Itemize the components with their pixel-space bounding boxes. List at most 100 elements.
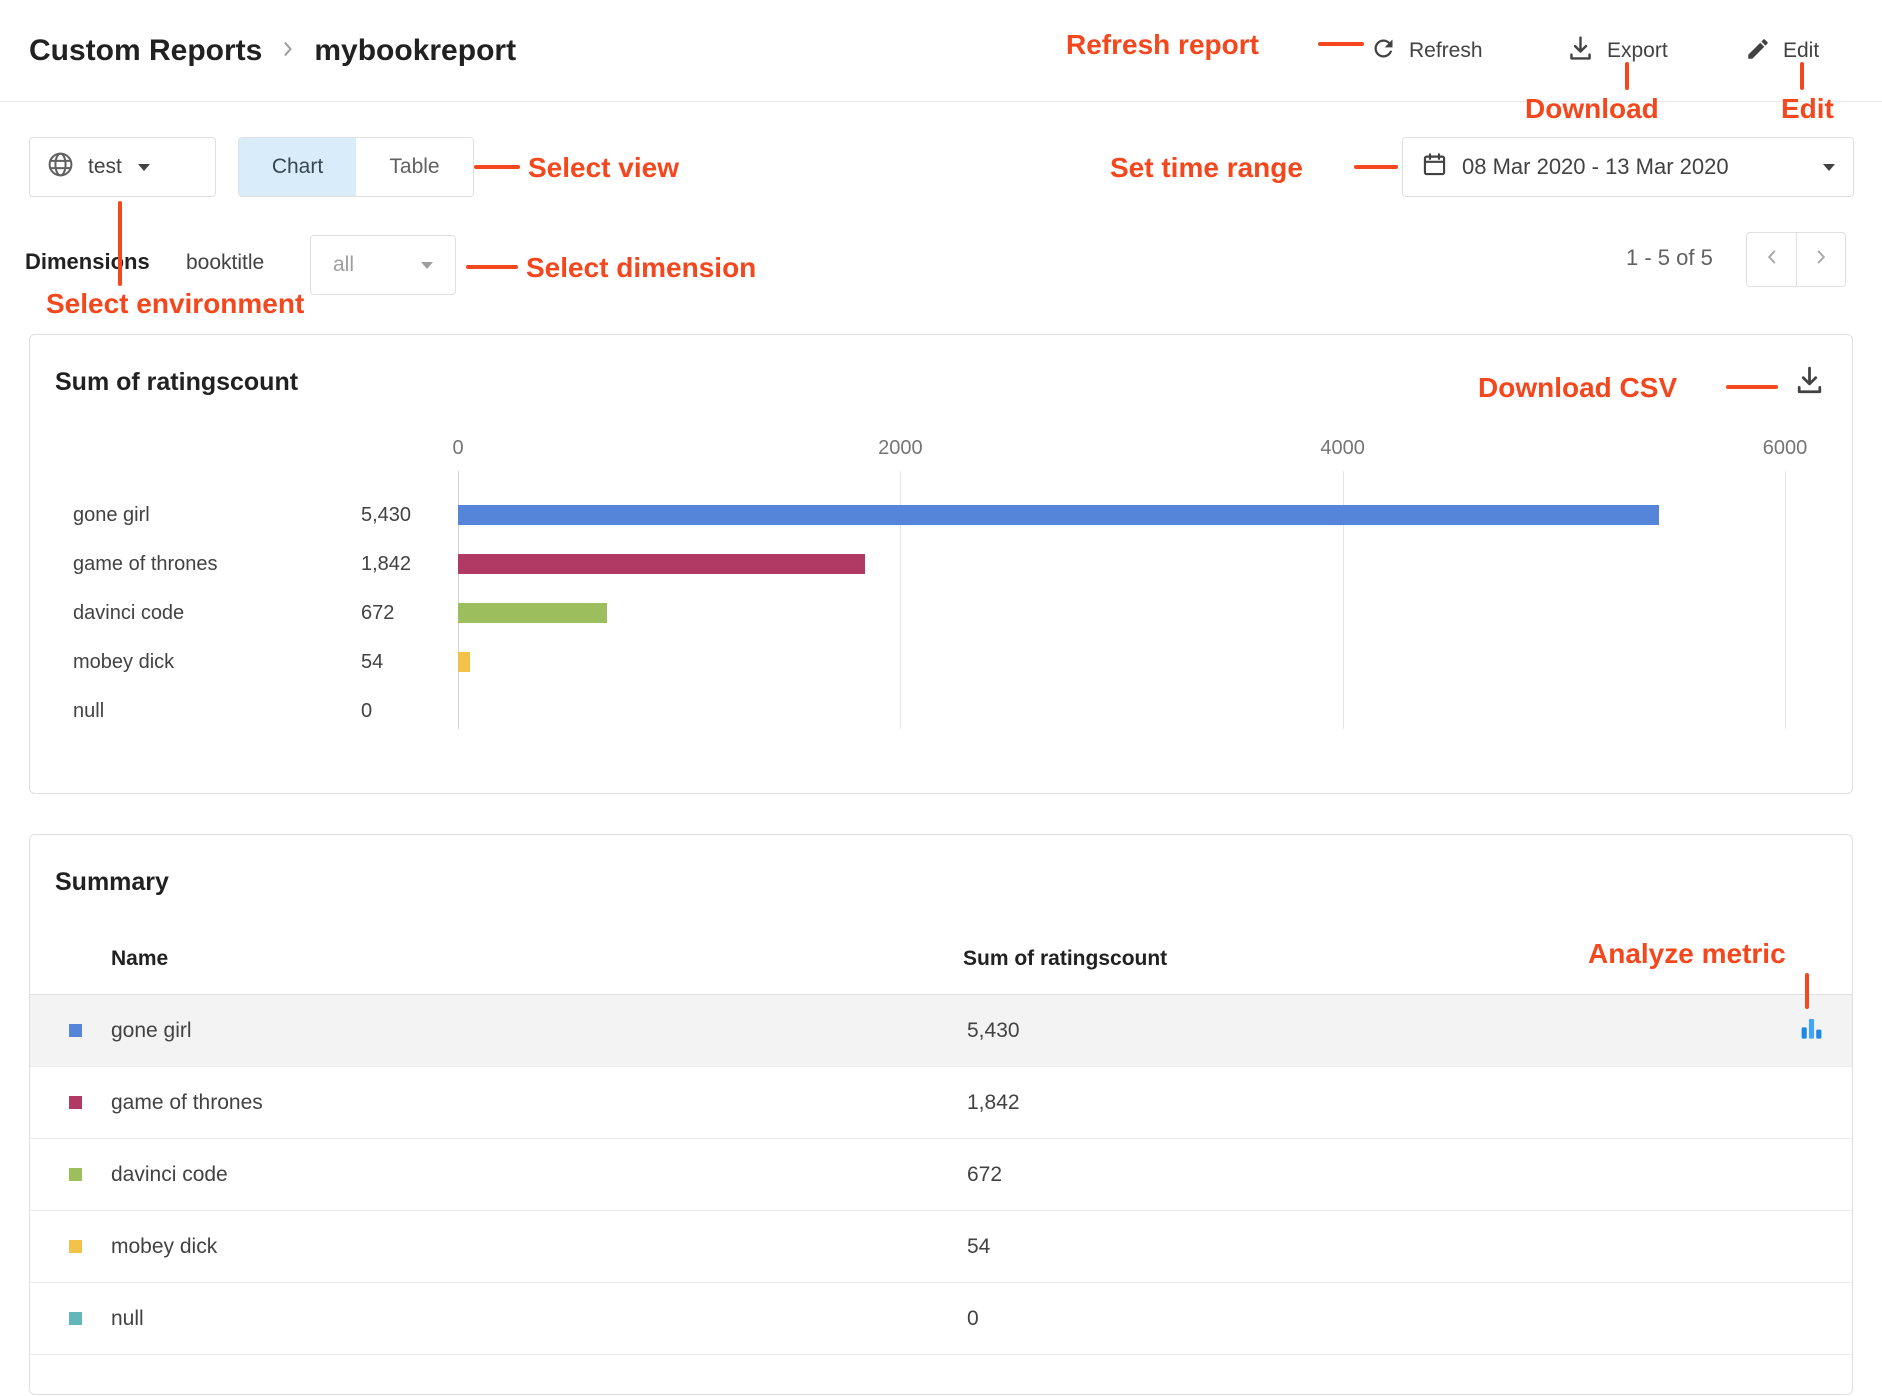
chart-axis-tick-label: 0 — [452, 437, 463, 460]
column-header-name: Name — [111, 947, 168, 971]
analyze-metric-icon[interactable] — [1798, 1015, 1825, 1047]
pagination-next-button[interactable] — [1796, 233, 1845, 286]
summary-row-value: 54 — [967, 1235, 990, 1259]
chart-value-label: 1,842 — [361, 553, 411, 576]
summary-row-value: 1,842 — [967, 1091, 1020, 1115]
chart-category-label: game of thrones — [73, 553, 218, 576]
pagination-label: 1 - 5 of 5 — [1626, 245, 1713, 271]
chart-value-label: 0 — [361, 700, 372, 723]
chart-category-label: mobey dick — [73, 651, 174, 674]
annotation-line — [1800, 62, 1804, 90]
annotation-line — [1625, 62, 1629, 90]
chart-title: Sum of ratingscount — [55, 368, 298, 397]
series-color-swatch — [69, 1168, 82, 1181]
breadcrumb-parent[interactable]: Custom Reports — [29, 34, 262, 68]
edit-button[interactable]: Edit — [1745, 0, 1819, 102]
pagination-controls — [1746, 232, 1846, 287]
annotation-select-environment: Select environment — [46, 288, 304, 320]
annotation-refresh-report: Refresh report — [1066, 29, 1259, 61]
series-color-swatch — [69, 1096, 82, 1109]
edit-label: Edit — [1783, 39, 1819, 63]
chart-row: null 0 — [30, 698, 1852, 724]
annotation-set-time-range: Set time range — [1110, 152, 1303, 184]
environment-select[interactable]: test — [29, 137, 216, 197]
summary-row-name: davinci code — [111, 1163, 228, 1187]
chevron-right-icon — [1810, 246, 1832, 273]
chevron-down-icon — [1823, 164, 1835, 171]
breadcrumb-current: mybookreport — [314, 34, 516, 68]
annotation-download-csv: Download CSV — [1478, 372, 1677, 404]
summary-row-name: game of thrones — [111, 1091, 263, 1115]
summary-row[interactable]: game of thrones 1,842 — [30, 1067, 1852, 1139]
chart-category-label: null — [73, 700, 104, 723]
annotation-line — [466, 265, 518, 269]
summary-row-value: 672 — [967, 1163, 1002, 1187]
chevron-left-icon — [1761, 246, 1783, 273]
export-label: Export — [1607, 39, 1668, 63]
chart-value-label: 54 — [361, 651, 383, 674]
refresh-button[interactable]: Refresh — [1370, 0, 1483, 102]
chart-bar[interactable] — [458, 603, 607, 623]
chart-value-label: 5,430 — [361, 504, 411, 527]
annotation-line — [1354, 165, 1398, 169]
annotation-line — [1805, 973, 1809, 1009]
chart-value-label: 672 — [361, 602, 394, 625]
dimension-filter-value: all — [333, 253, 354, 277]
tab-chart[interactable]: Chart — [239, 138, 356, 196]
summary-card: Summary Name Sum of ratingscount gone gi… — [29, 834, 1853, 1395]
download-icon — [1566, 34, 1595, 68]
chevron-right-icon — [278, 39, 298, 64]
pagination-prev-button[interactable] — [1747, 233, 1796, 286]
chart-category-label: davinci code — [73, 602, 184, 625]
chart-bar[interactable] — [458, 652, 470, 672]
download-csv-button[interactable] — [1793, 364, 1826, 402]
chart-bar[interactable] — [458, 554, 865, 574]
dimension-filter-select[interactable]: all — [310, 235, 456, 295]
chart-axis-tick-label: 4000 — [1320, 437, 1365, 460]
annotation-line — [118, 201, 122, 286]
export-button[interactable]: Export — [1566, 0, 1668, 102]
summary-row[interactable]: null 0 — [30, 1283, 1852, 1355]
chevron-down-icon — [138, 164, 150, 171]
annotation-line — [1318, 42, 1364, 46]
summary-row-value: 5,430 — [967, 1019, 1020, 1043]
refresh-label: Refresh — [1409, 39, 1483, 63]
tab-table[interactable]: Table — [356, 138, 473, 196]
annotation-select-view: Select view — [528, 152, 679, 184]
chart-axis-tick-label: 6000 — [1763, 437, 1808, 460]
chart-row: game of thrones 1,842 — [30, 551, 1852, 577]
refresh-icon — [1370, 35, 1397, 67]
breadcrumb: Custom Reports mybookreport — [29, 0, 516, 102]
summary-row-name: null — [111, 1307, 144, 1331]
page-header: Custom Reports mybookreport Refresh Expo… — [0, 0, 1882, 102]
dimensions-label: Dimensions — [25, 249, 150, 275]
date-range-picker[interactable]: 08 Mar 2020 - 13 Mar 2020 — [1402, 137, 1854, 197]
custom-report-page: Custom Reports mybookreport Refresh Expo… — [0, 0, 1882, 1396]
chart-axis-tick-label: 2000 — [878, 437, 923, 460]
view-toggle: Chart Table — [238, 137, 474, 197]
summary-row[interactable]: gone girl5,430 — [30, 995, 1852, 1067]
chart-bar[interactable] — [458, 505, 1659, 525]
chart-category-label: gone girl — [73, 504, 150, 527]
summary-row-name: mobey dick — [111, 1235, 217, 1259]
series-color-swatch — [69, 1024, 82, 1037]
chart-row: davinci code 672 — [30, 600, 1852, 626]
calendar-icon — [1421, 151, 1448, 183]
annotation-download: Download — [1525, 93, 1659, 125]
environment-value: test — [88, 155, 122, 179]
summary-title: Summary — [55, 868, 169, 897]
series-color-swatch — [69, 1312, 82, 1325]
summary-row[interactable]: davinci code 672 — [30, 1139, 1852, 1211]
chart-row: gone girl 5,430 — [30, 502, 1852, 528]
globe-icon — [46, 150, 75, 184]
summary-row[interactable]: mobey dick 54 — [30, 1211, 1852, 1283]
annotation-line — [1726, 385, 1778, 389]
summary-row-value: 0 — [967, 1307, 979, 1331]
series-color-swatch — [69, 1240, 82, 1253]
annotation-select-dimension: Select dimension — [526, 252, 756, 284]
chart-row: mobey dick 54 — [30, 649, 1852, 675]
date-range-value: 08 Mar 2020 - 13 Mar 2020 — [1462, 154, 1729, 180]
annotation-edit: Edit — [1781, 93, 1834, 125]
chevron-down-icon — [421, 262, 433, 269]
column-header-value: Sum of ratingscount — [963, 947, 1167, 971]
